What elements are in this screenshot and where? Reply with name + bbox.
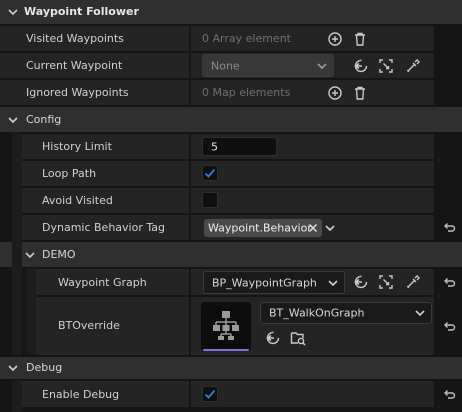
value-cell <box>191 381 434 407</box>
property-row-current-waypoint: Current Waypoint None <box>0 53 462 78</box>
value-cell: BP_WaypointGraph <box>191 269 434 295</box>
chevron-down-icon[interactable] <box>25 250 35 260</box>
name-cell: Dynamic Behavior Tag <box>22 215 189 240</box>
category-config[interactable]: Config <box>0 107 462 132</box>
combo-value: None <box>211 59 240 72</box>
category-title: Config <box>26 113 62 126</box>
use-selected-icon[interactable] <box>265 330 281 346</box>
name-cell: History Limit <box>22 134 189 159</box>
input-value: 5 <box>211 140 218 153</box>
property-row-loop-path: Loop Path <box>0 161 462 186</box>
chevron-down-icon[interactable] <box>8 363 18 373</box>
details-panel: Waypoint Follower Visited Waypoints 0 Ar… <box>0 0 462 412</box>
property-row-waypoint-graph: Waypoint Graph BP_WaypointGraph <box>0 269 462 295</box>
checkmark-icon <box>204 389 216 399</box>
bt-override-combo[interactable]: BT_WalkOnGraph <box>260 302 432 324</box>
name-cell: Enable Debug <box>22 381 189 407</box>
property-label: Waypoint Graph <box>58 276 147 289</box>
chevron-down-icon <box>317 62 327 69</box>
loop-path-checkbox[interactable] <box>202 165 218 181</box>
checkmark-icon <box>204 168 216 178</box>
chevron-down-icon[interactable] <box>8 115 18 125</box>
current-waypoint-combo[interactable]: None <box>202 54 334 77</box>
category-debug[interactable]: Debug <box>0 357 462 379</box>
name-cell: Visited Waypoints <box>0 26 189 51</box>
value-cell: 0 Map elements <box>191 80 434 105</box>
name-cell: Avoid Visited <box>22 188 189 213</box>
property-label: Visited Waypoints <box>26 32 124 45</box>
add-icon[interactable] <box>327 85 343 101</box>
value-cell: Waypoint.Behavior <box>191 215 434 240</box>
name-cell: Waypoint Graph <box>36 269 189 295</box>
reset-icon[interactable] <box>442 275 458 291</box>
use-selected-icon[interactable] <box>353 58 369 74</box>
chevron-down-icon <box>415 310 425 317</box>
map-count-text: 0 Map elements <box>202 86 291 99</box>
tag-text: Waypoint.Behavior <box>208 221 312 235</box>
category-title: Debug <box>26 361 63 374</box>
value-cell: None <box>191 53 434 78</box>
category-waypoint-follower[interactable]: Waypoint Follower <box>0 0 462 24</box>
name-cell: Ignored Waypoints <box>0 80 189 105</box>
waypoint-graph-combo[interactable]: BP_WaypointGraph <box>203 271 345 294</box>
avoid-visited-checkbox[interactable] <box>202 192 218 208</box>
name-cell: Current Waypoint <box>0 53 189 78</box>
property-label: Dynamic Behavior Tag <box>42 221 165 234</box>
asset-thumbnail[interactable] <box>201 302 251 351</box>
find-in-browser-icon[interactable] <box>290 330 306 346</box>
trash-icon[interactable] <box>352 85 368 101</box>
property-label: Current Waypoint <box>26 59 123 72</box>
property-label: Loop Path <box>42 167 97 180</box>
name-cell: Loop Path <box>22 161 189 186</box>
property-label: BTOverride <box>58 319 120 332</box>
trash-icon[interactable] <box>352 31 368 47</box>
use-selected-icon[interactable] <box>353 274 369 290</box>
property-row-ignored-waypoints: Ignored Waypoints 0 Map elements <box>0 80 462 105</box>
eyedropper-icon[interactable] <box>405 274 421 290</box>
browse-icon[interactable] <box>378 58 394 74</box>
property-row-dynamic-behavior-tag: Dynamic Behavior Tag Waypoint.Behavior <box>0 215 462 240</box>
combo-value: BP_WaypointGraph <box>212 276 317 289</box>
asset-type-color-bar <box>203 349 249 351</box>
reset-icon[interactable] <box>442 319 458 335</box>
value-cell <box>191 161 434 186</box>
value-cell <box>191 188 434 213</box>
value-cell: 5 <box>191 134 434 159</box>
chevron-down-icon <box>328 279 338 286</box>
combo-value: BT_WalkOnGraph <box>269 306 365 320</box>
value-cell: BT_WalkOnGraph <box>191 297 434 355</box>
history-limit-input[interactable]: 5 <box>202 137 277 156</box>
chevron-down-icon[interactable] <box>8 7 18 17</box>
add-icon[interactable] <box>327 31 343 47</box>
gameplay-tag-chip[interactable]: Waypoint.Behavior <box>204 219 322 237</box>
value-cell: 0 Array element <box>191 26 434 51</box>
reset-icon[interactable] <box>442 220 458 236</box>
reset-icon[interactable] <box>442 387 458 403</box>
category-demo[interactable]: DEMO <box>0 242 462 267</box>
property-label: Avoid Visited <box>42 194 113 207</box>
enable-debug-checkbox[interactable] <box>202 386 218 402</box>
property-row-avoid-visited: Avoid Visited <box>0 188 462 213</box>
array-count-text: 0 Array element <box>202 32 291 45</box>
property-row-visited-waypoints: Visited Waypoints 0 Array element <box>0 26 462 51</box>
clear-icon[interactable] <box>308 223 318 233</box>
property-row-enable-debug: Enable Debug <box>0 381 462 407</box>
chevron-down-icon[interactable] <box>325 224 335 232</box>
property-label: Ignored Waypoints <box>26 86 129 99</box>
property-row-history-limit: History Limit 5 <box>0 134 462 159</box>
behavior-tree-icon <box>213 311 239 340</box>
category-title: Waypoint Follower <box>24 5 139 18</box>
property-label: Enable Debug <box>42 388 120 401</box>
browse-icon[interactable] <box>378 274 394 290</box>
name-cell: BTOverride <box>36 297 189 355</box>
category-title: DEMO <box>42 248 76 261</box>
eyedropper-icon[interactable] <box>405 58 421 74</box>
property-row-bt-override: BTOverride BT_WalkOnGraph <box>0 297 462 355</box>
property-label: History Limit <box>42 140 112 153</box>
indent-guide <box>12 242 22 267</box>
